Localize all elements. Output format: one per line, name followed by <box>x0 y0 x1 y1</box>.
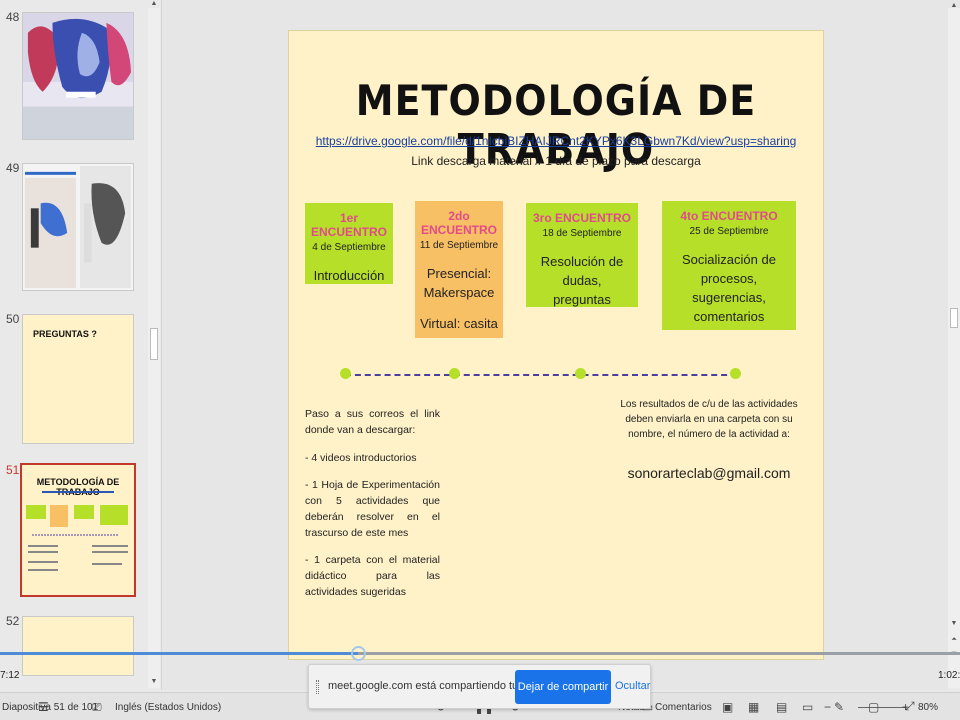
scroll-down-arrow-icon[interactable]: ▼ <box>148 676 160 688</box>
timeline-dot <box>730 368 741 379</box>
language-indicator[interactable]: Inglés (Estados Unidos) <box>115 702 221 713</box>
card-encuentro-4: 4to ENCUENTRO 25 de Septiembre Socializa… <box>662 201 796 330</box>
powerpoint-window: 48 49 50 PREGUNTAS ? 51 METODOLOGÍA DE T… <box>0 0 960 720</box>
instructions-item: - 1 carpeta con el material didáctico pa… <box>305 554 440 598</box>
video-progress-bar[interactable] <box>0 646 960 661</box>
photos-image <box>23 164 133 290</box>
card-header: 4to ENCUENTRO <box>680 209 778 223</box>
card-body: Introducción <box>313 268 385 283</box>
thumb-mini-layout <box>26 491 128 571</box>
scroll-up-arrow-icon[interactable]: ▲ <box>148 0 160 8</box>
current-slide[interactable]: METODOLOGÍA DE TRABAJO https://drive.goo… <box>288 30 824 660</box>
results-text: Los resultados de c/u de las actividades… <box>620 399 798 440</box>
notes-menu-icon[interactable]: ☰ <box>38 700 49 714</box>
instructions-item: - 1 Hoja de Experimentación con 5 activi… <box>305 479 440 539</box>
thumbnail-pane: 48 49 50 PREGUNTAS ? 51 METODOLOGÍA DE T… <box>0 0 162 690</box>
stop-sharing-button[interactable]: Dejar de compartir <box>515 670 611 704</box>
zoom-slider[interactable] <box>858 707 906 708</box>
card-body-2: Virtual: casita <box>420 315 498 331</box>
zoom-out-icon[interactable]: − <box>824 700 831 714</box>
thumbnail-slide-49[interactable] <box>22 163 134 291</box>
reading-view-icon[interactable]: ▤ <box>776 700 787 714</box>
thumb-number: 52 <box>6 614 20 628</box>
card-date: 4 de Septiembre <box>312 242 386 253</box>
card-header: 2do ENCUENTRO <box>420 209 497 237</box>
card-header: 3ro ENCUENTRO <box>532 211 631 225</box>
slide-subtitle: Link descarga material // 1 día de plazo… <box>411 154 701 168</box>
timeline-dot <box>575 368 586 379</box>
card-body: Presencial: Makerspace <box>423 266 495 300</box>
prev-slide-icon[interactable]: ⏶ <box>948 634 960 646</box>
thumb-number-active: 51 <box>6 463 20 477</box>
thumb-number: 50 <box>6 312 20 326</box>
instructions-intro: Paso a sus correos el link donde van a d… <box>305 408 440 436</box>
fit-slide-icon[interactable]: ⤢ <box>905 699 915 714</box>
thumb-number: 48 <box>6 10 20 24</box>
accessibility-icon[interactable]: ⎚ <box>92 700 102 715</box>
download-link[interactable]: https://drive.google.com/file/d/1nIcbiBI… <box>289 134 823 148</box>
thumbnail-scrollbar[interactable]: ▼ <box>148 8 160 688</box>
progress-fill <box>0 652 358 655</box>
scroll-up-arrow-icon[interactable]: ▲ <box>948 0 960 12</box>
total-time: 1:02: <box>938 670 960 681</box>
instructions-text: Paso a sus correos el link donde van a d… <box>305 407 440 613</box>
pen-icon[interactable]: ✎ <box>834 700 844 714</box>
card-body: Socialización de procesos, sugerencias, … <box>682 252 776 324</box>
comments-button[interactable]: Comentarios <box>655 702 712 713</box>
card-header: 1er ENCUENTRO <box>310 211 387 239</box>
timeline-dot <box>340 368 351 379</box>
card-encuentro-2: 2do ENCUENTRO 11 de Septiembre Presencia… <box>415 201 503 338</box>
scrollbar-thumb[interactable] <box>950 308 958 328</box>
normal-view-icon[interactable]: ▣ <box>722 700 733 714</box>
timeline-dot <box>449 368 460 379</box>
slide-sorter-icon[interactable]: ▦ <box>748 700 759 714</box>
screen-icon[interactable]: ▢ <box>868 700 879 714</box>
thumbnail-slide-51[interactable]: METODOLOGÍA DE TRABAJO <box>20 463 136 597</box>
thumbnail-slide-50[interactable]: PREGUNTAS ? <box>22 314 134 444</box>
thumb-label: PREGUNTAS ? <box>33 329 97 339</box>
thumbnail-slide-48[interactable] <box>22 12 134 140</box>
main-scrollbar[interactable]: ▲ ▼ ⏶ ⏷ <box>948 2 960 688</box>
contact-email: sonorarteclab@gmail.com <box>627 465 791 481</box>
slide-counter: Diapositiva 51 de 101 <box>2 702 99 713</box>
screen-share-banner: meet.google.com está compartiendo tu pan… <box>308 664 651 709</box>
scrollbar-thumb[interactable] <box>150 328 158 360</box>
card-date: 11 de Septiembre <box>419 240 499 251</box>
instructions-item: - 4 videos introductorios <box>305 451 417 464</box>
card-encuentro-1: 1er ENCUENTRO 4 de Septiembre Introducci… <box>305 203 393 284</box>
drag-handle-icon[interactable] <box>316 680 319 694</box>
card-encuentro-3: 3ro ENCUENTRO 18 de Septiembre Resolució… <box>526 203 638 307</box>
slideshow-icon[interactable]: ▭ <box>802 700 813 714</box>
thumb-number: 49 <box>6 161 20 175</box>
progress-handle[interactable] <box>351 646 366 661</box>
thumbnail-slide-52[interactable] <box>22 616 134 676</box>
hide-banner-button[interactable]: Ocultar <box>615 680 650 692</box>
elapsed-time: 7:12 <box>0 670 20 681</box>
zoom-level[interactable]: 80% <box>918 702 938 713</box>
timeline-line <box>345 374 737 376</box>
art-image <box>23 13 133 139</box>
card-date: 18 de Septiembre <box>542 228 622 239</box>
card-body: Resolución de dudas, preguntas <box>540 254 624 307</box>
scroll-down-arrow-icon[interactable]: ▼ <box>948 618 960 630</box>
card-date: 25 de Septiembre <box>689 226 769 237</box>
